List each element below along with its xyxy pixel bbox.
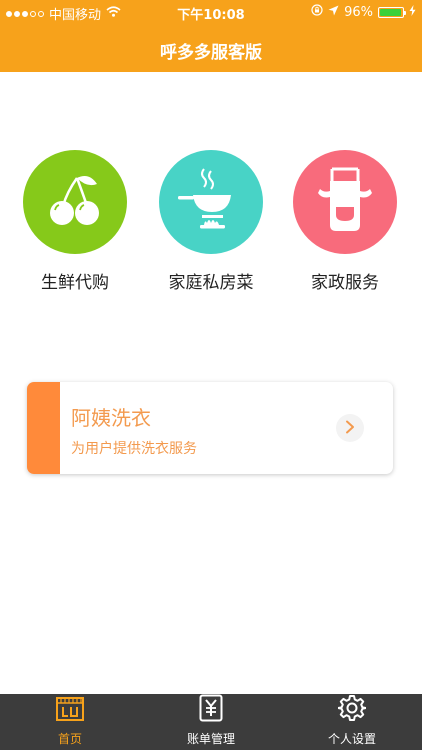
service-label: 家政服务: [311, 273, 379, 293]
status-bar: 中国移动 下午10:08 96%: [0, 0, 422, 24]
service-fresh-purchase[interactable]: 生鲜代购: [10, 150, 140, 293]
services-grid: 生鲜代购 家庭私房菜 家政服务: [0, 150, 422, 300]
card-title: 阿姨洗衣: [71, 406, 151, 430]
charging-bolt-icon: [409, 4, 416, 20]
app-header: 中国移动 下午10:08 96% 呼多多服客版: [0, 0, 422, 72]
yen-bill-icon: [199, 694, 223, 726]
location-arrow-icon: [328, 5, 339, 20]
status-right: 96%: [311, 4, 416, 20]
gear-icon: [337, 694, 367, 726]
battery-icon: [378, 6, 406, 18]
tab-label: 首页: [57, 732, 82, 746]
battery-percent: 96%: [344, 4, 373, 20]
cherry-icon: [43, 168, 107, 236]
tab-home[interactable]: 首页: [0, 694, 140, 750]
laundry-service-card[interactable]: 阿姨洗衣 为用户提供洗衣服务: [27, 382, 393, 474]
tab-billing[interactable]: 账单管理: [141, 694, 281, 750]
apron-icon: [314, 167, 376, 237]
service-icon-circle: [23, 150, 127, 254]
service-home-cooking[interactable]: 家庭私房菜: [146, 150, 276, 293]
tab-icon-wrap: [141, 694, 281, 726]
card-accent-bar: [27, 382, 60, 474]
card-subtitle: 为用户提供洗衣服务: [71, 441, 197, 457]
service-icon-circle: [293, 150, 397, 254]
service-label: 生鲜代购: [41, 273, 109, 293]
service-housekeeping[interactable]: 家政服务: [280, 150, 410, 293]
orientation-lock-icon: [311, 4, 323, 20]
tab-settings[interactable]: 个人设置: [282, 694, 422, 750]
service-icon-circle: [159, 150, 263, 254]
page-title: 呼多多服客版: [160, 43, 262, 63]
tab-label: 个人设置: [327, 732, 376, 746]
service-label: 家庭私房菜: [168, 273, 254, 293]
chevron-right-icon: [344, 419, 356, 438]
home-store-icon: [55, 696, 85, 726]
tab-icon-wrap: [0, 694, 140, 726]
card-open-button[interactable]: [336, 414, 364, 442]
cooking-pan-icon: [176, 165, 246, 239]
tab-label: 账单管理: [186, 732, 235, 746]
tab-icon-wrap: [282, 694, 422, 726]
tab-bar: 首页 账单管理 个人设置: [0, 694, 422, 750]
